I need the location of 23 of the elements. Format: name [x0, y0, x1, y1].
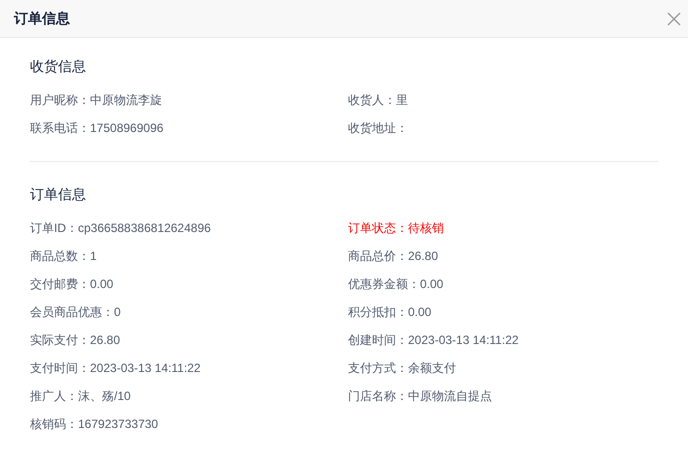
section-title: 收货信息	[30, 57, 87, 76]
info-field: 收货人：里	[348, 93, 408, 107]
info-field: 创建时间：2023-03-13 14:11:22	[348, 333, 519, 347]
info-field: 推广人：沫、殇/10	[30, 389, 131, 403]
info-field: 订单ID：cp366588386812624896	[30, 221, 211, 235]
info-field: 商品总数：1	[30, 249, 97, 263]
info-field: 支付时间：2023-03-13 14:11:22	[30, 361, 201, 375]
info-field: 收货地址：	[348, 121, 408, 135]
info-field: 门店名称：中原物流自提点	[348, 389, 492, 403]
dialog-title: 订单信息	[14, 9, 70, 28]
info-field: 支付方式：余额支付	[348, 361, 456, 375]
info-field: 实际支付：26.80	[30, 333, 120, 347]
info-field: 会员商品优惠：0	[30, 305, 121, 319]
info-field: 核销码：167923733730	[30, 417, 158, 431]
info-field: 积分抵扣：0.00	[348, 305, 432, 319]
info-field: 订单状态：待核销	[348, 221, 444, 235]
info-field: 用户昵称：中原物流李旋	[30, 93, 162, 107]
info-field: 商品总价：26.80	[348, 249, 438, 263]
close-icon[interactable]	[667, 12, 681, 26]
info-field: 联系电话：17508969096	[30, 121, 164, 135]
info-field: 优惠券金额：0.00	[348, 277, 444, 291]
section-title: 订单信息	[30, 185, 87, 204]
info-field: 交付邮费：0.00	[30, 277, 114, 291]
